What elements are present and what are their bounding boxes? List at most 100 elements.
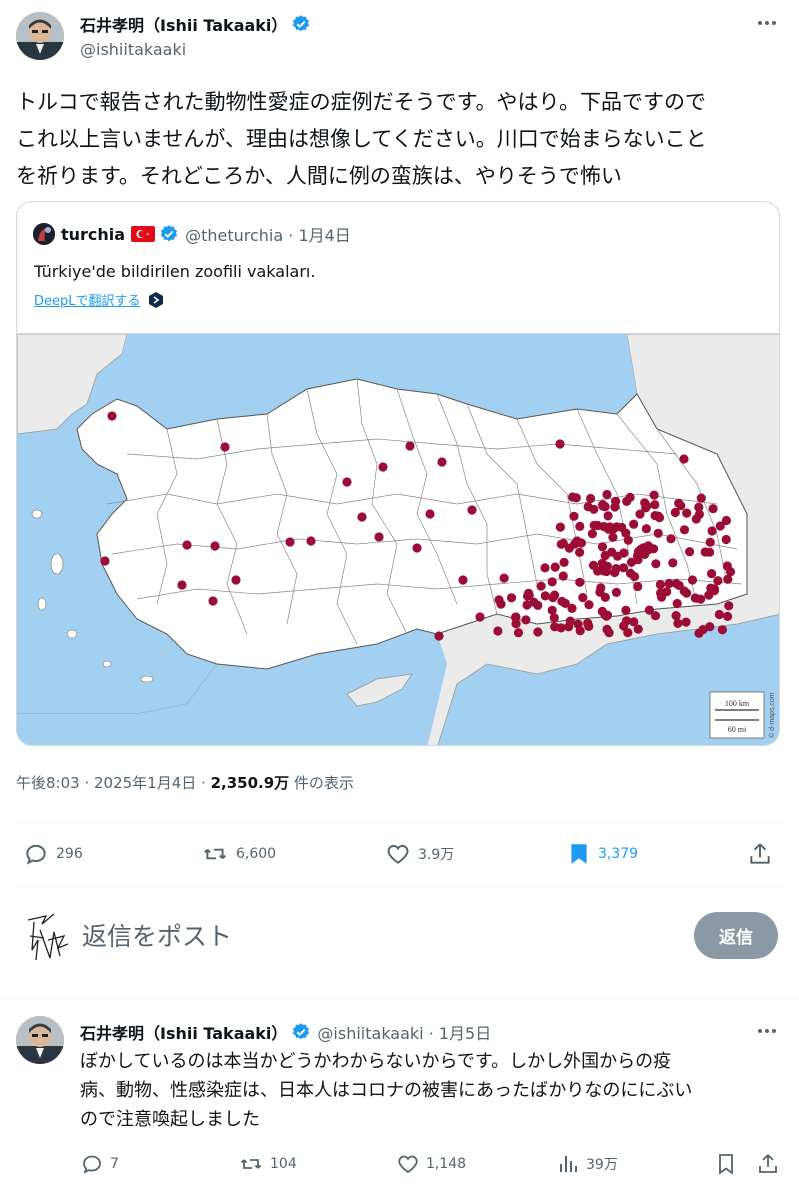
case-dot [622,496,632,506]
author-name[interactable]: 石井孝明（Ishii Takaaki） [80,12,287,36]
case-dot [412,543,422,553]
reply-input[interactable]: 返信をポスト [82,917,232,953]
more-icon[interactable] [756,12,778,34]
author-handle[interactable]: @ishiitakaaki [80,40,186,59]
turkey-map-image[interactable]: 100 km 60 mi © d-maps.com [17,333,779,745]
case-dot [588,560,599,570]
quote-header: turchia @theturchia · 1月4日 [33,222,351,246]
case-dot [679,586,689,596]
case-dot [721,534,731,545]
case-dot [649,490,659,500]
case-dot [177,580,187,590]
post-timestamp[interactable]: 午後8:03 · 2025年1月4日 · [16,774,211,792]
case-dot [595,587,605,597]
reply-repost-button[interactable]: 104 [238,1152,297,1176]
case-dot [540,591,550,601]
case-dot [715,521,725,531]
map-canvas: 100 km 60 mi © d-maps.com [17,334,779,745]
case-dot [717,625,728,635]
quote-author-handle[interactable]: @theturchia · 1月4日 [185,222,351,246]
case-dot [567,603,577,613]
case-dot [672,598,682,609]
case-dot [612,551,623,561]
case-dot [374,532,384,542]
case-dot [583,502,593,512]
like-count: 3.9万 [418,847,455,863]
case-dot [569,511,579,521]
reply-reply-button[interactable]: 7 [80,1152,119,1176]
turkey-flag-icon [131,226,156,242]
map-scale: 100 km 60 mi [709,691,765,739]
reply-text: ぼかしているのは本当かどうかわからないからです。しかし外国からの疫 病、動物、性… [80,1051,693,1130]
reply-icon [83,1155,101,1174]
case-dot [493,626,503,636]
reply-author-avatar[interactable] [16,1016,64,1064]
case-dot [425,509,435,519]
case-dot [231,575,241,585]
bookmark-button[interactable]: 3,379 [566,841,638,867]
reply-repost-count: 104 [270,1156,297,1172]
composer-avatar[interactable] [24,910,70,964]
reply-author-handle[interactable]: @ishiitakaaki · 1月5日 [317,1020,491,1044]
verified-badge-icon [159,224,179,244]
reply-button[interactable]: 296 [22,841,83,867]
case-dot [676,501,686,511]
divider [16,822,784,823]
more-icon[interactable] [756,1020,778,1042]
case-dot [629,617,639,627]
repost-icon [204,848,226,860]
case-dot [629,519,639,529]
case-dot [378,462,388,472]
case-dot [668,558,678,568]
reply-share-button[interactable] [756,1152,786,1176]
author-avatar[interactable] [16,12,64,60]
views-icon [560,1156,577,1172]
case-dot [723,574,733,584]
case-dot [611,564,621,574]
reply-like-button[interactable]: 1,148 [396,1152,466,1176]
case-dot [434,631,444,641]
case-dot [723,611,733,621]
case-dot [644,605,655,615]
case-dot [475,612,485,622]
case-dot [510,612,521,622]
divider [0,998,799,999]
repost-button[interactable]: 6,600 [200,841,276,867]
case-dot [713,576,723,586]
case-dot [644,544,654,555]
reply-submit-button[interactable]: 返信 [694,912,778,959]
case-dot [555,439,565,449]
reply-views-button[interactable]: 39万 [556,1152,618,1176]
case-dot [572,536,582,546]
case-dot [458,575,468,585]
case-dot [696,493,706,503]
reply-bookmark-button[interactable] [714,1152,744,1176]
like-button[interactable]: 3.9万 [384,841,454,867]
quote-avatar[interactable] [33,223,55,245]
translate-link[interactable]: DeepLで翻訳する [34,290,165,309]
views-count: 2,350.9万 [210,774,290,792]
case-dot [540,563,550,573]
case-dot [629,572,640,582]
share-button[interactable] [746,841,780,867]
case-dot [708,504,718,514]
case-dot [182,540,192,550]
case-dot [597,542,608,552]
quoted-post-card[interactable]: turchia @theturchia · 1月4日 Türkiye'de bi… [16,201,780,746]
case-dot [655,580,666,590]
reply-author-name[interactable]: 石井孝明（Ishii Takaaki） [80,1020,287,1044]
case-dot [208,596,218,606]
quote-text: Türkiye'de bildirilen zoofili vakaları. [34,262,316,281]
reply-views-count: 39万 [586,1157,618,1173]
deepl-icon [147,291,165,309]
case-dot [603,511,613,521]
case-dot [633,581,643,592]
case-dot [707,569,717,579]
translate-label[interactable]: DeepLで翻訳する [34,290,141,309]
post-text: トルコで報告された動物性愛症の症例だそうです。やはり。下品ですので これ以上言い… [16,90,707,188]
quote-author-name[interactable]: turchia [61,225,125,244]
case-dot [709,586,720,596]
case-dot [705,622,715,632]
reply-icon [26,844,46,865]
case-dot [611,587,622,597]
